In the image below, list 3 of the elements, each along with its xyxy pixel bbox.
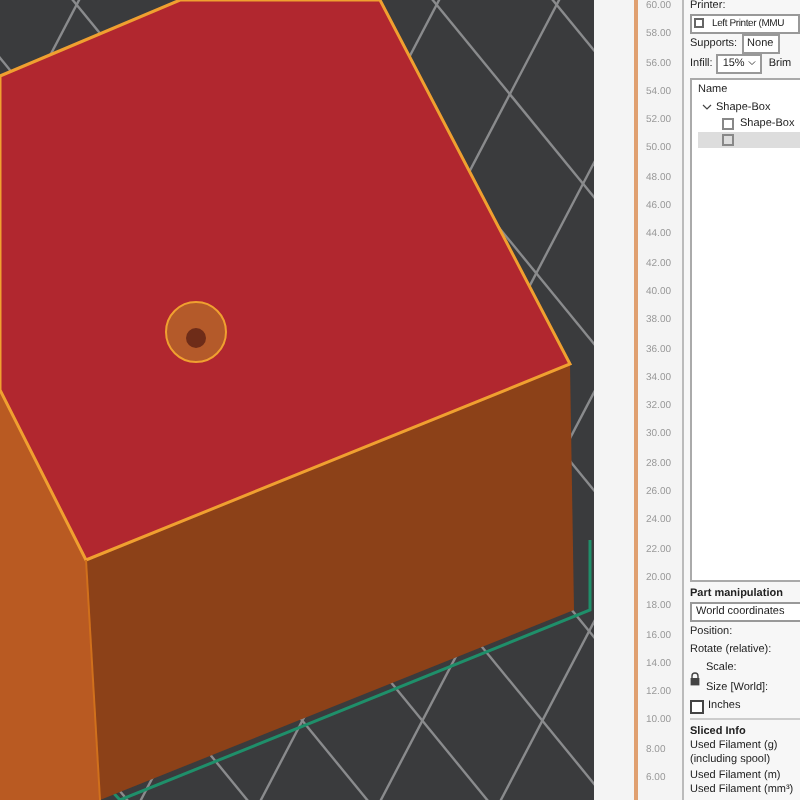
tree-item[interactable]	[698, 131, 800, 148]
lock-icon[interactable]	[690, 671, 700, 686]
chevron-down-icon	[748, 60, 757, 67]
